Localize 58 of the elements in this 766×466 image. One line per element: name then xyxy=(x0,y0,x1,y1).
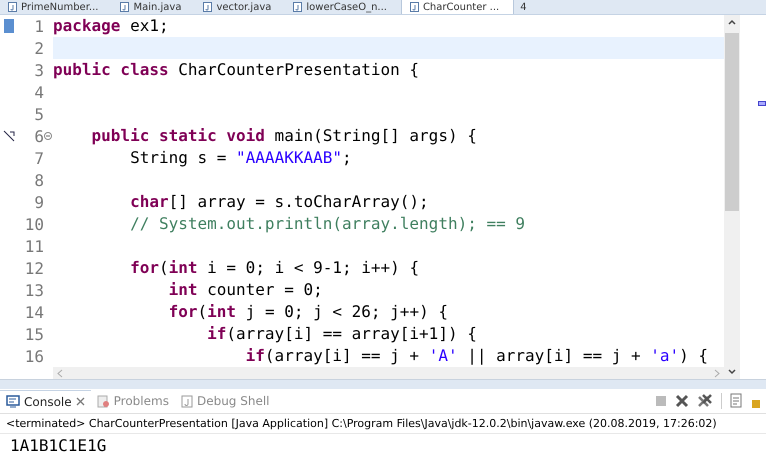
remove-all-icon[interactable] xyxy=(697,393,713,409)
editor-tab[interactable]: vector.java xyxy=(195,0,286,14)
scroll-right-icon[interactable] xyxy=(714,368,720,378)
java-file-icon xyxy=(120,2,130,12)
code-line: public class CharCounterPresentation { xyxy=(53,59,420,81)
line-number: 15 xyxy=(24,324,44,344)
overview-ruler-mark[interactable] xyxy=(758,101,766,106)
line-number: 9 xyxy=(33,192,44,212)
override-arrow-icon xyxy=(3,130,15,142)
line-number: 2 xyxy=(33,38,44,58)
editor-tab[interactable]: PrimeNumber... xyxy=(0,0,112,14)
code-line: // System.out.println(array.length); == 9 xyxy=(129,213,526,235)
line-number: 10 xyxy=(24,214,44,234)
console-output: 1A1B1C1E1G xyxy=(9,435,108,457)
console-status: <terminated> CharCounterPresentation [Java Application] C:\Program Files\Java\jdk-12.0.2\bin\javaw.exe (20.08.2019, 17:26:02) xyxy=(0,414,766,434)
line-number: 16 xyxy=(24,346,44,366)
j-file-icon xyxy=(180,394,193,408)
horizontal-scrollbar[interactable] xyxy=(53,367,724,379)
line-number: 6 xyxy=(33,126,44,146)
line-number: 14 xyxy=(24,302,44,322)
line-number: 7 xyxy=(33,148,44,168)
java-file-icon xyxy=(8,2,17,12)
code-line: package ex1; xyxy=(53,15,170,37)
collapse-icon[interactable] xyxy=(44,132,52,140)
view-tab[interactable]: Debug Shell xyxy=(174,390,276,412)
editor-tab[interactable]: CharCounter ... xyxy=(400,0,514,14)
code-line: String s = "AAAAKKAAB"; xyxy=(129,147,353,169)
code-line: if(array[i] == array[i+1]) { xyxy=(206,323,478,345)
line-number: 4 xyxy=(33,82,44,102)
bookmark-marker-icon xyxy=(4,19,14,33)
editor-tab[interactable]: Main.java xyxy=(112,0,196,14)
java-file-icon xyxy=(293,2,302,12)
java-file-icon xyxy=(410,2,419,12)
editor-tab[interactable]: lowerCaseO_n... xyxy=(285,0,401,14)
code-line: for(int i = 0; i < 9-1; i++) { xyxy=(129,257,420,279)
line-number: 3 xyxy=(33,60,44,80)
code-line: int counter = 0; xyxy=(168,279,324,301)
line-number: 1 xyxy=(33,16,44,36)
stop-icon[interactable] xyxy=(655,395,667,407)
document-icon[interactable] xyxy=(730,393,744,409)
code-line: for(int j = 0; j < 26; j++) { xyxy=(168,301,449,323)
line-number: 5 xyxy=(33,104,44,124)
close-icon[interactable] xyxy=(76,397,85,406)
code-line: char[] array = s.toCharArray(); xyxy=(129,191,430,213)
monitor-icon xyxy=(6,395,20,408)
java-file-icon xyxy=(203,2,212,12)
line-number: 12 xyxy=(24,258,44,278)
remove-icon[interactable] xyxy=(675,394,689,408)
scroll-left-icon[interactable] xyxy=(57,368,63,378)
line-number: 8 xyxy=(33,170,44,190)
vertical-scrollbar[interactable] xyxy=(724,15,740,379)
line-number: 13 xyxy=(24,280,44,300)
line-number: 11 xyxy=(24,236,44,256)
view-tab[interactable]: Problems xyxy=(90,390,175,412)
code-line: public static void main(String[] args) { xyxy=(90,125,478,147)
problems-icon xyxy=(96,394,110,408)
code-line: if(array[i] == j + 'A' || array[i] == j + 'a') { xyxy=(244,345,710,367)
overflow-count[interactable]: 4 xyxy=(514,1,533,14)
